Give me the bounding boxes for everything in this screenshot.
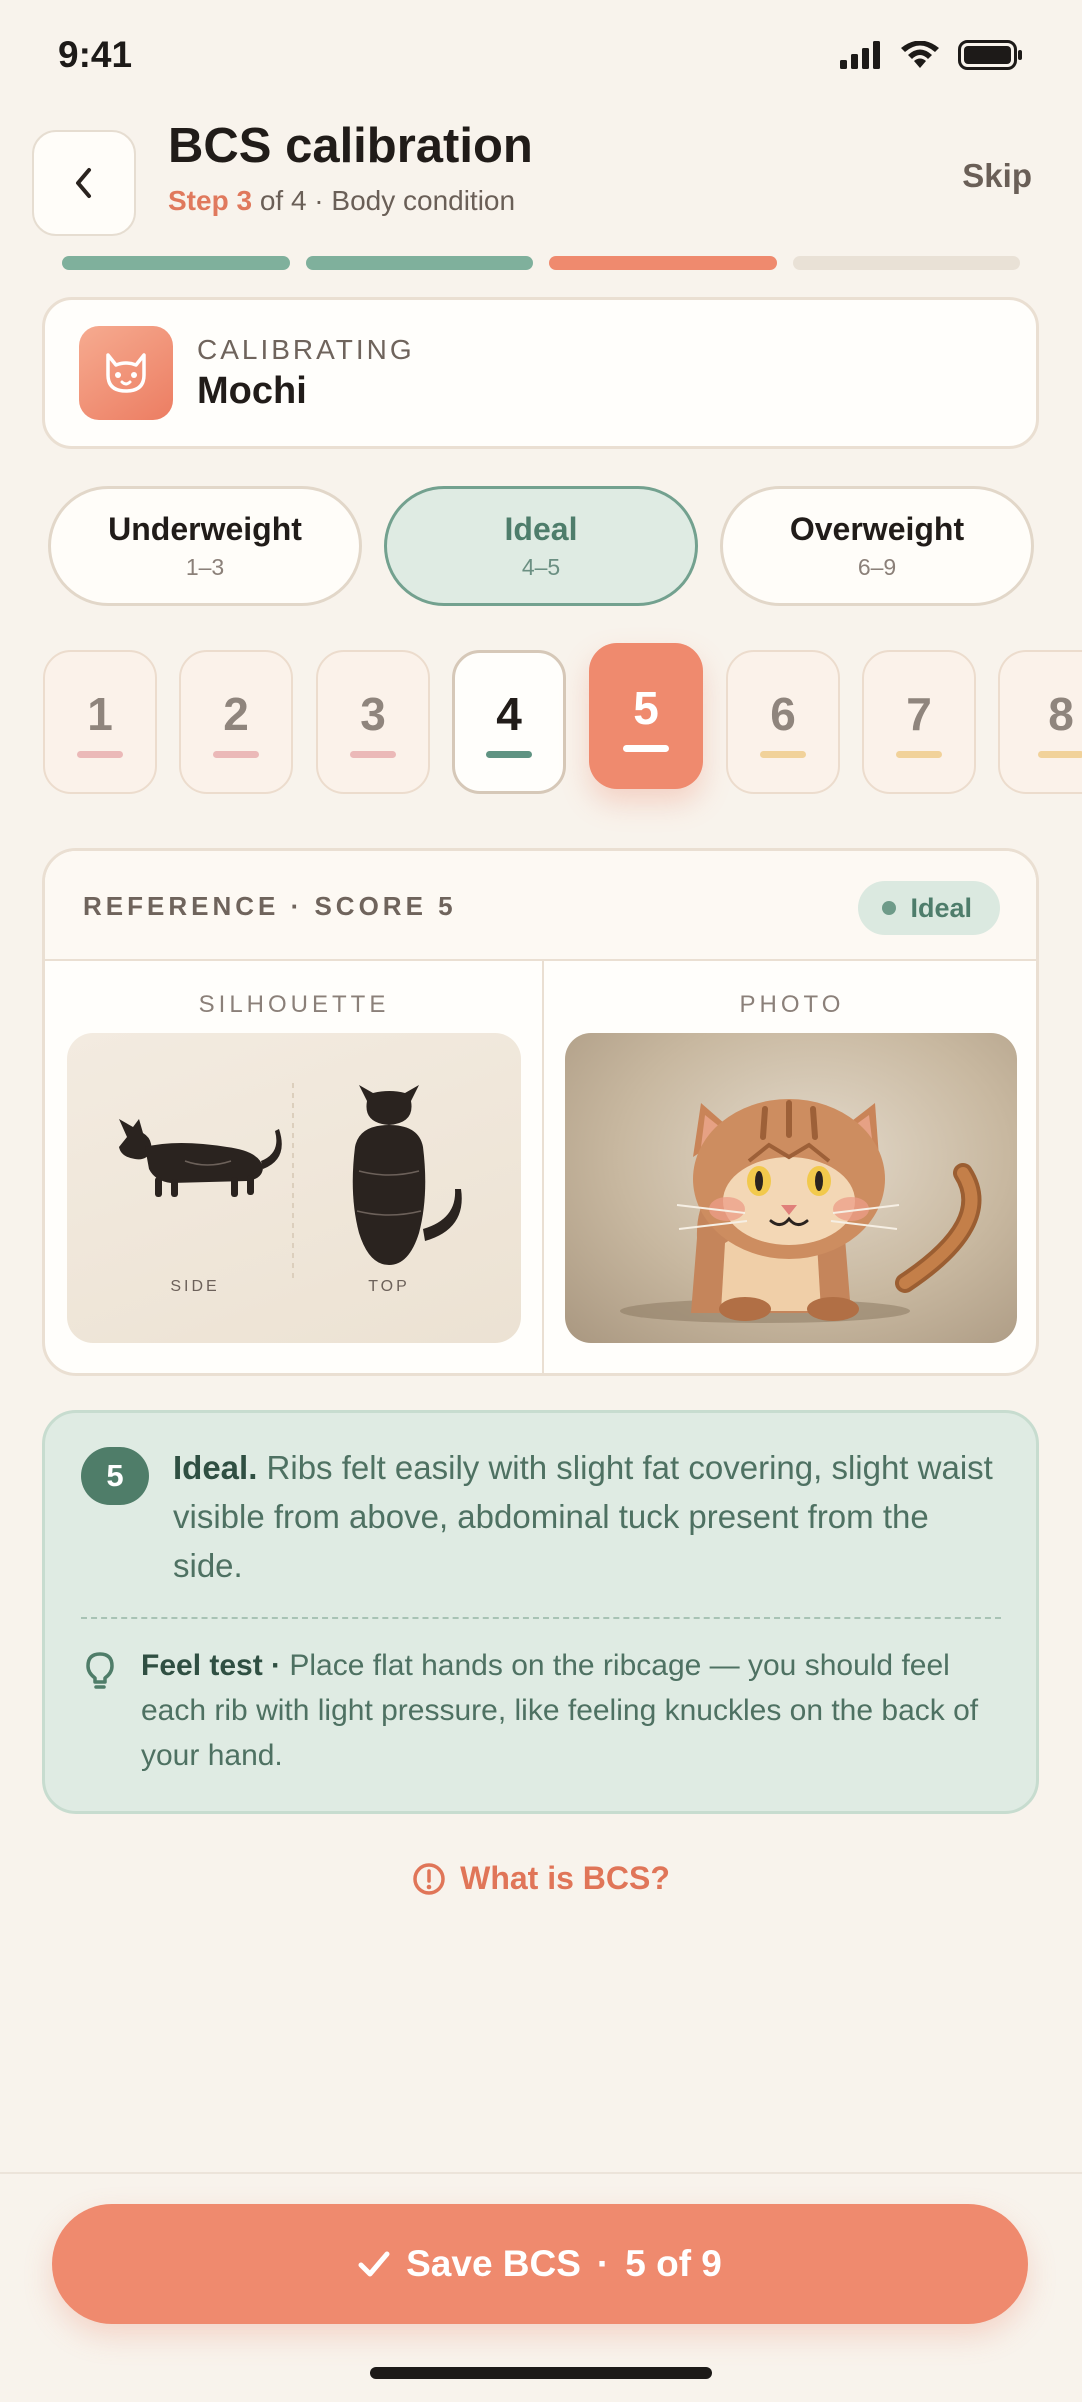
score-indicator (1038, 750, 1082, 758)
cat-top-silhouette (352, 1085, 462, 1265)
score-number: 5 (633, 681, 659, 734)
reference-photo (565, 1033, 1017, 1343)
reference-title: REFERENCE · SCORE 5 (83, 891, 457, 921)
pet-name: Mochi (197, 370, 307, 412)
what-is-bcs-label: What is BCS? (460, 1860, 670, 1896)
cat-photo-image (620, 1099, 982, 1323)
progress-segment (305, 256, 533, 270)
score-indicator (350, 750, 396, 758)
score-chip-2[interactable]: 2 (179, 650, 293, 794)
calibrating-card: CALIBRATING Mochi (42, 297, 1039, 449)
score-indicator (896, 750, 942, 758)
progress-segment (62, 256, 290, 270)
photo-label: PHOTO (739, 991, 845, 1018)
range-label: Overweight (789, 511, 965, 547)
side-label: SIDE (170, 1278, 219, 1295)
silhouette-label: SILHOUETTE (198, 991, 390, 1018)
cat-face-icon (106, 353, 146, 393)
score-chip-4[interactable]: 4 (452, 650, 566, 794)
score-indicator (760, 750, 806, 758)
progress-segment (792, 256, 1020, 270)
top-label: TOP (368, 1278, 410, 1295)
info-icon (413, 1862, 445, 1895)
score-indicator (486, 750, 532, 758)
range-pill-overweight[interactable]: Overweight 6–9 (720, 486, 1034, 606)
score-number: 1 (87, 687, 113, 740)
description-lead: Ideal. (173, 1449, 258, 1486)
what-is-bcs-link[interactable]: What is BCS? (0, 1860, 1082, 1897)
chevron-left-icon (76, 168, 91, 198)
progress-segment (549, 256, 777, 270)
silhouette-illustration: SIDE TOP (67, 1033, 521, 1343)
score-number: 8 (1048, 687, 1074, 740)
score-chip-3[interactable]: 3 (316, 650, 430, 794)
status-time: 9:41 (58, 34, 133, 75)
page-title: BCS calibration (168, 119, 533, 173)
status-icons (840, 40, 1024, 70)
score-chip-7[interactable]: 7 (862, 650, 976, 794)
pet-avatar (79, 326, 173, 420)
skip-button[interactable]: Skip (962, 157, 1032, 195)
column-divider (542, 961, 544, 1373)
score-indicator (213, 750, 259, 758)
save-count: 5 of 9 (625, 2243, 722, 2284)
wifi-icon (901, 41, 939, 68)
step-progress (62, 256, 1020, 270)
score-description: Ideal. Ribs felt easily with slight fat … (173, 1443, 993, 1590)
calibrating-label: CALIBRATING (197, 334, 415, 365)
range-values: 1–3 (185, 554, 225, 580)
save-bcs-button[interactable]: Save BCS · 5 of 9 (52, 2204, 1028, 2324)
battery-icon (958, 40, 1022, 70)
score-description-card: 5 Ideal. Ribs felt easily with slight fa… (42, 1410, 1039, 1814)
range-pill-underweight[interactable]: Underweight 1–3 (48, 486, 362, 606)
description-body: Ribs felt easily with slight fat coverin… (173, 1449, 993, 1584)
save-label: Save BCS (406, 2243, 581, 2284)
feel-test-lead: Feel test · (141, 1649, 282, 1682)
score-indicator (623, 744, 669, 752)
score-number: 7 (906, 687, 932, 740)
score-chip-5[interactable]: 5 (589, 643, 703, 789)
score-badge: 5 (81, 1447, 149, 1505)
range-values: 6–9 (857, 554, 897, 580)
range-label: Ideal (504, 511, 578, 547)
feel-test-tip: Feel test · Place flat hands on the ribc… (141, 1643, 1001, 1778)
step-current: Step 3 (168, 185, 253, 216)
check-icon (358, 2251, 390, 2277)
score-chip-8[interactable]: 8 (998, 650, 1082, 794)
dashed-divider (81, 1617, 1001, 1619)
badge-label: Ideal (910, 892, 972, 923)
range-values: 4–5 (521, 554, 561, 580)
step-subtitle: Step 3 of 4 · Body condition (168, 185, 515, 217)
score-number: 4 (496, 687, 522, 740)
score-indicator (77, 750, 123, 758)
home-indicator (370, 2367, 712, 2379)
range-label: Underweight (108, 511, 302, 547)
score-chip-1[interactable]: 1 (43, 650, 157, 794)
bottom-divider (0, 2172, 1082, 2174)
signal-icon (840, 41, 880, 69)
step-suffix: of 4 · Body condition (259, 185, 516, 216)
status-badge: Ideal (858, 881, 1000, 935)
score-number: 2 (223, 687, 249, 740)
range-pill-ideal[interactable]: Ideal 4–5 (384, 486, 698, 606)
score-number: 6 (770, 687, 796, 740)
badge-dot (882, 901, 897, 915)
score-number: 3 (360, 687, 386, 740)
cat-side-silhouette (119, 1119, 282, 1197)
save-separator: · (596, 2243, 610, 2284)
back-button[interactable] (32, 130, 136, 236)
reference-card: REFERENCE · SCORE 5 Ideal SILHOUETTE PHO… (42, 848, 1039, 1376)
score-chip-6[interactable]: 6 (726, 650, 840, 794)
lightbulb-icon (86, 1652, 114, 1689)
